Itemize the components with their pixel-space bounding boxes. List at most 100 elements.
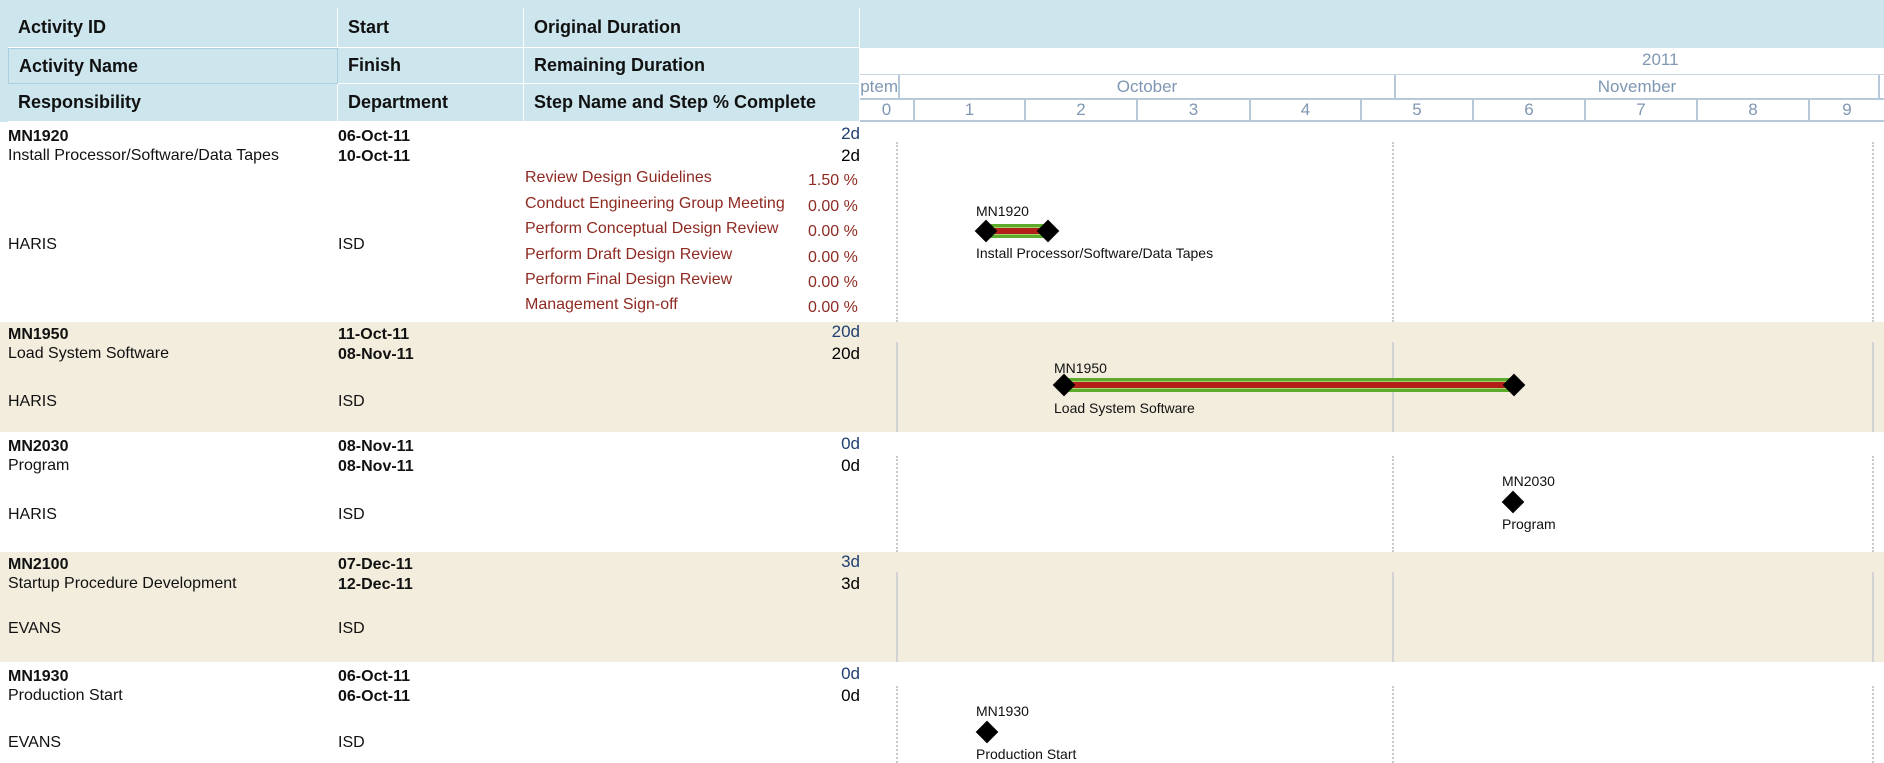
column-header-activity-name[interactable]: Activity Name (8, 48, 338, 84)
responsibility: HARIS (8, 393, 57, 410)
activity-name: Startup Procedure Development (8, 575, 237, 592)
step-name: Management Sign-off (525, 296, 678, 313)
activity-id: MN2030 (8, 438, 69, 455)
remaining-duration: 3d (841, 574, 860, 593)
column-header-step-name[interactable]: Step Name and Step % Complete (524, 84, 860, 122)
start-date: 06-Oct-11 (338, 668, 411, 685)
column-label: Responsibility (18, 92, 142, 112)
gantt-bar[interactable] (1064, 378, 1512, 392)
table-row[interactable]: MN1920 Install Processor/Software/Data T… (0, 122, 1884, 322)
timeline-week: 8 (1696, 98, 1808, 122)
activity-id: MN2100 (8, 556, 69, 573)
table-row[interactable]: MN1950 Load System Software 11-Oct-11 08… (0, 322, 1884, 432)
column-label: Department (348, 92, 449, 112)
table-row[interactable]: MN2100 Startup Procedure Development 07-… (0, 552, 1884, 662)
step-name: Perform Conceptual Design Review (525, 220, 779, 237)
remaining-duration: 2d (841, 146, 860, 165)
responsibility: EVANS (8, 734, 62, 751)
step-name: Perform Final Design Review (525, 271, 733, 288)
gantt-gridline (1392, 572, 1394, 662)
column-label: Activity Name (19, 55, 139, 76)
timeline-month: November (1394, 75, 1878, 99)
timeline-week: 2 (1024, 98, 1136, 122)
activity-id: MN1950 (8, 326, 69, 343)
gantt-bar-name: Production Start (976, 746, 1077, 762)
column-header-remaining-duration[interactable]: Remaining Duration (524, 48, 860, 84)
remaining-duration: 20d (831, 344, 860, 363)
timeline-week: 0 (860, 98, 913, 122)
activity-id: MN1930 (8, 668, 69, 685)
step-percent: 1.50 % (808, 172, 858, 189)
table-row[interactable]: MN1930 Production Start 06-Oct-11 06-Oct… (0, 662, 1884, 763)
activity-name: Program (8, 457, 70, 474)
milestone-icon[interactable] (975, 720, 999, 744)
timeline-month-band: ptem October November (860, 74, 1884, 99)
timeline-year-band: 2011 (860, 48, 1884, 74)
activity-id: MN1920 (8, 128, 69, 145)
activity-name: Production Start (8, 687, 123, 704)
department: ISD (338, 506, 365, 523)
timeline-year: 2011 (1642, 50, 1679, 69)
bar-progress (1064, 382, 1512, 388)
timeline-week: 4 (1249, 98, 1360, 122)
timeline-week: 7 (1584, 98, 1696, 122)
gantt-gridline (1872, 686, 1874, 763)
gantt-bar-id: MN1920 (976, 203, 1029, 219)
gantt-gridline (1872, 342, 1874, 432)
column-header-start[interactable]: Start (338, 8, 524, 48)
gantt-bar-name: Load System Software (1054, 400, 1195, 416)
step-percent: 0.00 % (808, 198, 858, 215)
column-header-finish[interactable]: Finish (338, 48, 524, 84)
step-percent: 0.00 % (808, 223, 858, 240)
original-duration: 0d (841, 434, 860, 453)
gantt-gridline (1872, 456, 1874, 552)
milestone-icon[interactable] (1501, 490, 1525, 514)
column-header-original-duration[interactable]: Original Duration (524, 8, 860, 48)
column-label: Remaining Duration (534, 55, 706, 75)
gantt-gridline (896, 686, 898, 763)
remaining-duration: 0d (841, 686, 860, 705)
gantt-bar-name: Program (1502, 516, 1556, 532)
column-header-department[interactable]: Department (338, 84, 524, 122)
timeline-week: 3 (1136, 98, 1249, 122)
finish-date: 12-Dec-11 (338, 576, 413, 593)
gantt-bar-id: MN1950 (1054, 360, 1107, 376)
finish-date: 06-Oct-11 (338, 688, 411, 705)
gantt-gridline (1392, 686, 1394, 763)
timeline-week-band: 0 1 2 3 4 5 6 7 8 9 (860, 98, 1884, 122)
gantt-bar-id: MN2030 (1502, 473, 1555, 489)
responsibility: HARIS (8, 236, 57, 253)
gantt-gridline (896, 342, 898, 432)
department: ISD (338, 236, 365, 253)
step-name: Conduct Engineering Group Meeting (525, 195, 785, 212)
timeline-week: 1 (913, 98, 1024, 122)
table-row[interactable]: MN2030 Program 08-Nov-11 08-Nov-11 0d 0d… (0, 432, 1884, 552)
gantt-gridline (1392, 456, 1394, 552)
column-label: Finish (348, 55, 401, 75)
original-duration: 2d (841, 124, 860, 143)
step-name: Perform Draft Design Review (525, 246, 733, 263)
timeline-month (1878, 75, 1884, 99)
original-duration: 0d (841, 664, 860, 683)
column-label: Original Duration (534, 17, 682, 37)
gantt-gridline (1872, 142, 1874, 322)
table-header: Activity ID Start Original Duration Acti… (0, 0, 1884, 122)
gantt-gridline (896, 142, 898, 322)
start-date: 11-Oct-11 (338, 326, 410, 343)
step-name: Review Design Guidelines (525, 169, 712, 186)
timeline-month: ptem (860, 77, 898, 96)
step-percent: 0.00 % (808, 299, 858, 316)
timeline-month: October (898, 75, 1394, 99)
column-header-responsibility[interactable]: Responsibility (8, 84, 338, 122)
finish-date: 10-Oct-11 (338, 148, 411, 165)
department: ISD (338, 734, 365, 751)
responsibility: HARIS (8, 506, 57, 523)
department: ISD (338, 393, 365, 410)
start-date: 07-Dec-11 (338, 556, 413, 573)
step-percent: 0.00 % (808, 249, 858, 266)
original-duration: 3d (841, 552, 860, 571)
gantt-gridline (1872, 572, 1874, 662)
column-label: Activity ID (18, 17, 107, 37)
step-percent: 0.00 % (808, 274, 858, 291)
column-header-activity-id[interactable]: Activity ID (8, 8, 338, 48)
